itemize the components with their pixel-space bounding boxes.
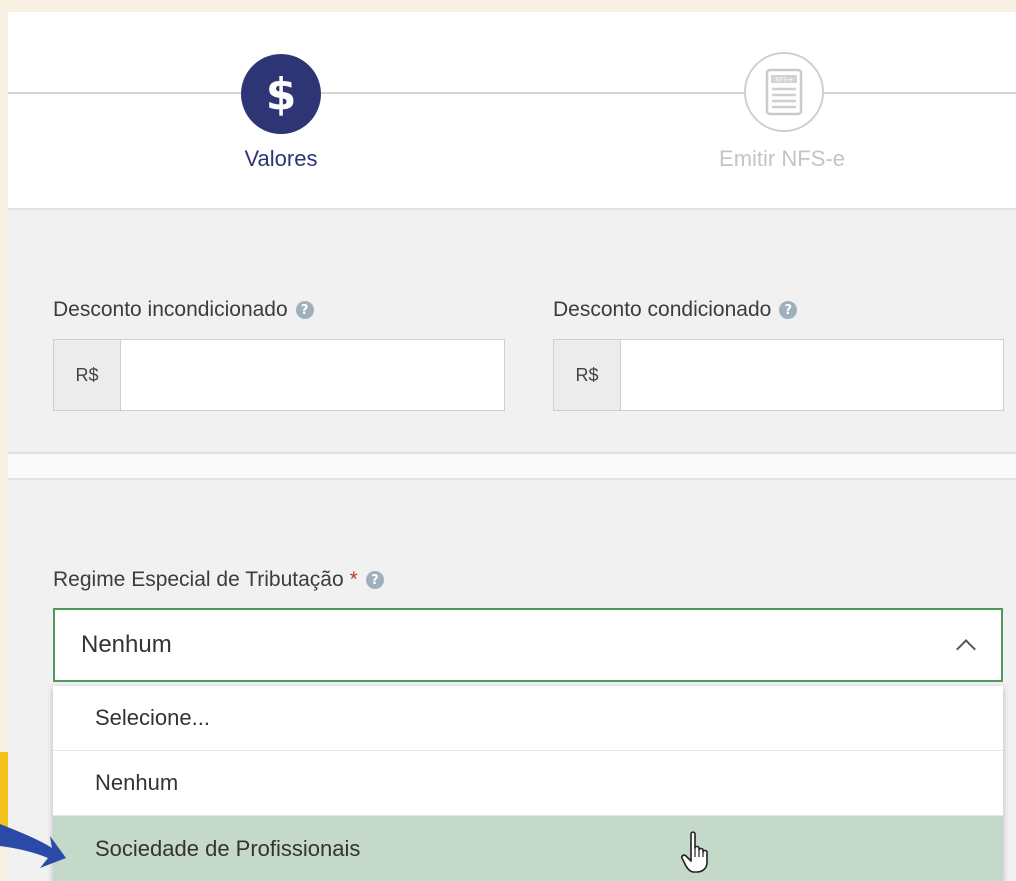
tax-regime-select[interactable]: Nenhum bbox=[53, 608, 1003, 682]
dropdown-option-selecione[interactable]: Selecione... bbox=[53, 686, 1003, 751]
stepper: $ Valores NFS-e Emitir NFS-e bbox=[8, 12, 1016, 210]
step-emitir-nfse-label[interactable]: Emitir NFS-e bbox=[694, 146, 870, 172]
nfse-document-text: NFS-e bbox=[775, 77, 793, 84]
stepper-line-left bbox=[8, 92, 244, 94]
pointing-arrow-icon bbox=[0, 824, 66, 868]
tax-regime-dropdown-list: Selecione... Nenhum Sociedade de Profiss… bbox=[53, 686, 1003, 881]
conditional-discount-label: Desconto condicionado ? bbox=[553, 298, 798, 322]
step-valores-label[interactable]: Valores bbox=[208, 146, 354, 172]
required-marker: * bbox=[349, 568, 358, 591]
nfse-form-panel: $ Valores NFS-e Emitir NFS-e Desconto in… bbox=[8, 12, 1016, 881]
help-icon[interactable]: ? bbox=[365, 571, 384, 589]
conditional-discount-field: R$ bbox=[553, 339, 1004, 411]
stepper-line-right bbox=[822, 92, 1016, 94]
unconditional-discount-input[interactable] bbox=[121, 340, 504, 410]
conditional-discount-input[interactable] bbox=[621, 340, 1003, 410]
unconditional-discount-field: R$ bbox=[53, 339, 505, 411]
unconditional-discount-label: Desconto incondicionado ? bbox=[53, 298, 314, 322]
chevron-up-icon bbox=[956, 639, 976, 659]
nfse-document-icon: NFS-e bbox=[765, 68, 803, 116]
step-valores-button[interactable]: $ bbox=[241, 54, 321, 134]
stepper-line-middle bbox=[318, 92, 748, 94]
help-icon[interactable]: ? bbox=[295, 301, 314, 319]
dropdown-option-sociedade-de-profissionais[interactable]: Sociedade de Profissionais bbox=[53, 816, 1003, 881]
currency-prefix: R$ bbox=[54, 340, 121, 410]
step-emitir-nfse-button[interactable]: NFS-e bbox=[744, 52, 824, 132]
dropdown-option-nenhum[interactable]: Nenhum bbox=[53, 751, 1003, 816]
hand-pointer-cursor-icon bbox=[681, 831, 708, 873]
conditional-discount-label-text: Desconto condicionado bbox=[553, 298, 772, 321]
tax-regime-label-text: Regime Especial de Tributação bbox=[53, 568, 344, 591]
tax-regime-label: Regime Especial de Tributação * ? bbox=[53, 568, 384, 592]
dollar-icon: $ bbox=[265, 68, 297, 120]
currency-prefix: R$ bbox=[554, 340, 621, 410]
section-separator bbox=[8, 454, 1016, 480]
help-icon[interactable]: ? bbox=[779, 301, 798, 319]
tax-regime-selected-value: Nenhum bbox=[81, 631, 172, 658]
unconditional-discount-label-text: Desconto incondicionado bbox=[53, 298, 288, 321]
